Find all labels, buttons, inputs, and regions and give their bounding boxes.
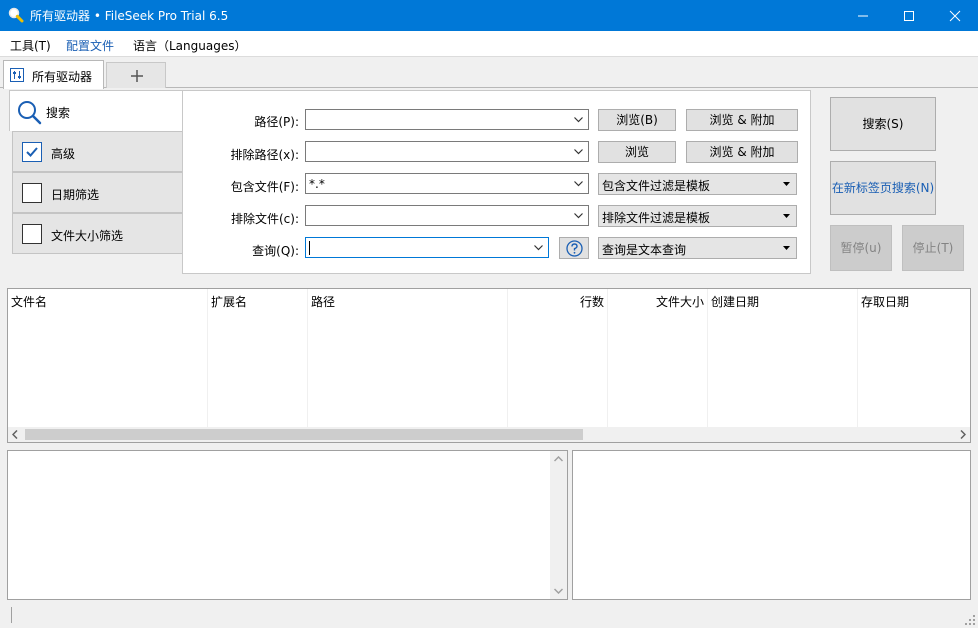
scroll-right-icon[interactable]	[960, 430, 966, 439]
add-tab-button[interactable]	[106, 62, 166, 88]
side-navigation: 搜索 高级 日期筛选 文件大小筛选	[9, 90, 184, 254]
maximize-icon	[904, 11, 914, 21]
column-size[interactable]: 文件大小	[608, 289, 708, 430]
nav-advanced-label: 高级	[51, 147, 76, 161]
date-filter-checkbox[interactable]	[22, 183, 42, 203]
scroll-up-icon[interactable]	[554, 456, 563, 462]
column-header-size: 文件大小	[655, 295, 704, 309]
menu-languages[interactable]: 语言（Languages）	[133, 37, 246, 54]
column-header-extension: 扩展名	[211, 295, 248, 309]
close-icon	[949, 10, 961, 22]
search-new-tab-button[interactable]: 在新标签页搜索(N)	[830, 161, 936, 215]
exclude-path-label: 排除路径(x):	[230, 148, 299, 162]
checkmark-icon	[26, 147, 38, 157]
browse-exclude-button[interactable]: 浏览	[598, 141, 676, 163]
triangle-down-icon	[783, 182, 790, 186]
query-combobox[interactable]	[305, 237, 549, 258]
nav-size-filter-label: 文件大小筛选	[51, 229, 124, 243]
query-mode-dropdown[interactable]: 查询是文本查询	[598, 237, 797, 259]
maximize-button[interactable]	[886, 0, 932, 31]
nav-date-filter-label: 日期筛选	[51, 188, 100, 202]
status-bar	[0, 603, 978, 628]
sliders-icon	[10, 68, 24, 82]
scrollbar-thumb[interactable]	[25, 429, 583, 440]
column-created[interactable]: 创建日期	[708, 289, 858, 430]
exclude-mode-value: 排除文件过滤是模板	[602, 211, 711, 225]
chevron-down-icon	[574, 181, 583, 187]
include-mode-dropdown[interactable]: 包含文件过滤是模板	[598, 173, 797, 195]
nav-item-search[interactable]: 搜索	[9, 90, 184, 131]
column-lines[interactable]: 行数	[508, 289, 608, 430]
nav-item-date-filter[interactable]: 日期筛选	[12, 172, 184, 213]
close-button[interactable]	[932, 0, 978, 31]
triangle-down-icon	[783, 246, 790, 250]
browse-button[interactable]: 浏览(B)	[598, 109, 676, 131]
nav-item-advanced[interactable]: 高级	[12, 131, 184, 172]
tab-label: 所有驱动器	[32, 70, 93, 84]
resize-grip-icon[interactable]	[965, 615, 975, 625]
chevron-down-icon	[574, 117, 583, 123]
size-filter-checkbox[interactable]	[22, 224, 42, 244]
exclude-mode-dropdown[interactable]: 排除文件过滤是模板	[598, 205, 797, 227]
status-separator	[11, 607, 12, 623]
include-files-label: 包含文件(F):	[230, 180, 299, 194]
browse-append-exclude-button[interactable]: 浏览 & 附加	[686, 141, 798, 163]
include-files-value: *.*	[309, 177, 325, 191]
tab-all-drives[interactable]: 所有驱动器	[3, 60, 104, 89]
column-extension[interactable]: 扩展名	[208, 289, 308, 430]
menu-bar: 工具(T) 配置文件 语言（Languages）	[0, 31, 978, 57]
path-label: 路径(P):	[254, 115, 299, 129]
search-form-panel: 路径(P): 浏览(B) 浏览 & 附加 排除路径(x): 浏览 浏览 & 附加…	[182, 90, 811, 274]
pause-button[interactable]: 暂停(u)	[830, 225, 892, 271]
help-icon	[566, 240, 583, 257]
horizontal-scrollbar[interactable]	[8, 427, 970, 442]
column-header-filename: 文件名	[11, 295, 48, 309]
stop-button[interactable]: 停止(T)	[902, 225, 964, 271]
exclude-path-combobox[interactable]	[305, 141, 589, 162]
column-header-created: 创建日期	[711, 295, 760, 309]
column-header-accessed: 存取日期	[861, 295, 910, 309]
include-mode-value: 包含文件过滤是模板	[602, 179, 711, 193]
column-header-lines: 行数	[579, 295, 604, 309]
browse-append-button[interactable]: 浏览 & 附加	[686, 109, 798, 131]
column-path[interactable]: 路径	[308, 289, 508, 430]
column-accessed[interactable]: 存取日期	[858, 289, 970, 430]
column-filename[interactable]: 文件名	[8, 289, 208, 430]
path-combobox[interactable]	[305, 109, 589, 130]
preview-pane-right[interactable]	[572, 450, 971, 600]
query-mode-value: 查询是文本查询	[602, 243, 687, 257]
plus-icon	[131, 70, 143, 82]
scroll-down-icon[interactable]	[554, 588, 563, 594]
minimize-button[interactable]	[840, 0, 886, 31]
chevron-down-icon	[574, 149, 583, 155]
tab-strip: 所有驱动器	[0, 57, 978, 89]
exclude-files-combobox[interactable]	[305, 205, 589, 226]
menu-tools[interactable]: 工具(T)	[10, 37, 51, 54]
preview-pane-left[interactable]	[7, 450, 568, 600]
advanced-checkbox[interactable]	[22, 142, 42, 162]
chevron-down-icon	[574, 213, 583, 219]
search-button[interactable]: 搜索(S)	[830, 97, 936, 151]
text-caret	[309, 241, 310, 255]
triangle-down-icon	[783, 214, 790, 218]
column-header-path: 路径	[311, 295, 336, 309]
title-bar[interactable]: 所有驱动器 • FileSeek Pro Trial 6.5	[0, 0, 978, 31]
nav-search-label: 搜索	[46, 106, 71, 120]
magnifier-app-icon	[8, 7, 24, 23]
results-list[interactable]: 文件名 扩展名 路径 行数 文件大小 创建日期 存取日期	[7, 288, 971, 443]
menu-profiles[interactable]: 配置文件	[66, 37, 114, 54]
query-help-button[interactable]	[559, 237, 589, 259]
window-title: 所有驱动器 • FileSeek Pro Trial 6.5	[30, 9, 229, 23]
nav-item-size-filter[interactable]: 文件大小筛选	[12, 213, 184, 254]
vertical-scrollbar[interactable]	[550, 451, 567, 599]
query-label: 查询(Q):	[252, 244, 299, 258]
search-icon	[18, 101, 42, 125]
include-files-combobox[interactable]: *.*	[305, 173, 589, 194]
minimize-icon	[858, 15, 868, 17]
chevron-down-icon	[534, 245, 543, 251]
exclude-files-label: 排除文件(c):	[230, 212, 299, 226]
scroll-left-icon[interactable]	[12, 430, 18, 439]
